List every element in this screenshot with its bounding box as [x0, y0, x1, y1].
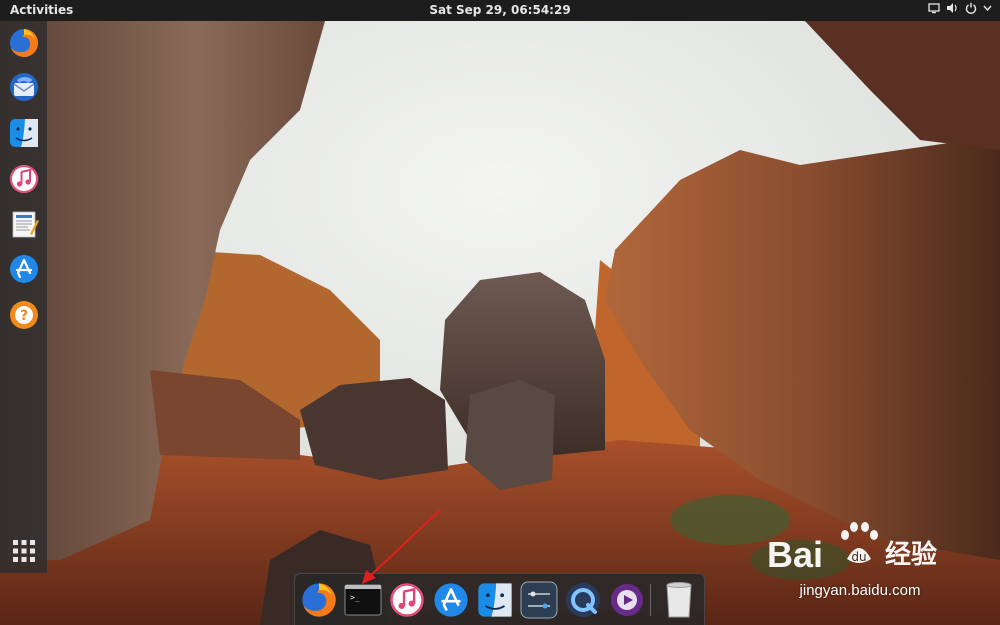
- settings-icon: [520, 581, 558, 619]
- dock-finder[interactable]: [475, 580, 515, 620]
- dock-trash[interactable]: [659, 580, 699, 620]
- music-icon: [9, 164, 38, 193]
- media-player-icon: [611, 584, 643, 616]
- watermark-url: jingyan.baidu.com: [799, 582, 921, 599]
- launcher-thunderbird[interactable]: [6, 69, 41, 104]
- svg-text:经验: 经验: [885, 539, 937, 570]
- firefox-icon: [302, 583, 336, 617]
- menu-chevron-icon[interactable]: [983, 2, 992, 14]
- launcher-music[interactable]: [6, 161, 41, 196]
- volume-icon[interactable]: [946, 2, 959, 14]
- app-grid-icon[interactable]: [12, 539, 36, 563]
- dock-firefox[interactable]: [299, 580, 339, 620]
- finder-icon: [9, 118, 38, 147]
- firefox-icon: [9, 28, 38, 57]
- launcher-firefox[interactable]: [6, 25, 41, 60]
- baidu-logo: Bai du 经验: [767, 522, 937, 575]
- dock-separator: [650, 584, 651, 616]
- baidu-watermark: Bai du 经验 jingyan.baidu.com: [765, 515, 955, 605]
- activities-button[interactable]: Activities: [10, 3, 73, 17]
- svg-text:?: ?: [19, 308, 27, 324]
- svg-text:Bai: Bai: [767, 534, 823, 575]
- system-tray[interactable]: [928, 2, 992, 14]
- document-icon: [12, 211, 39, 237]
- paw-icon: du: [841, 522, 878, 564]
- quicktime-icon: [566, 583, 600, 617]
- screen-icon[interactable]: [928, 2, 940, 14]
- launcher-app-store[interactable]: [6, 251, 41, 286]
- annotation-arrow: [362, 509, 441, 584]
- clock-button[interactable]: Sat Sep 29, 06:54:29: [429, 3, 570, 17]
- clock-display: Sat Sep 29, 06:54:29: [0, 3, 1000, 17]
- dock-quicktime[interactable]: [563, 580, 603, 620]
- dock-settings[interactable]: [519, 580, 559, 620]
- trash-icon: [666, 582, 692, 618]
- thunderbird-icon: [9, 72, 38, 101]
- appstore-icon: [9, 254, 38, 283]
- left-launcher: ?: [0, 21, 47, 573]
- power-icon[interactable]: [965, 2, 977, 14]
- launcher-files[interactable]: [6, 115, 41, 150]
- dock-media-player[interactable]: [607, 580, 647, 620]
- finder-icon: [478, 583, 512, 617]
- help-icon: ?: [9, 300, 38, 329]
- svg-text:du: du: [851, 550, 866, 564]
- top-bar: Activities Sat Sep 29, 06:54:29: [0, 0, 1000, 21]
- launcher-help[interactable]: ?: [6, 297, 41, 332]
- terminal-glyph: >_: [350, 593, 360, 602]
- launcher-writer[interactable]: [6, 206, 41, 241]
